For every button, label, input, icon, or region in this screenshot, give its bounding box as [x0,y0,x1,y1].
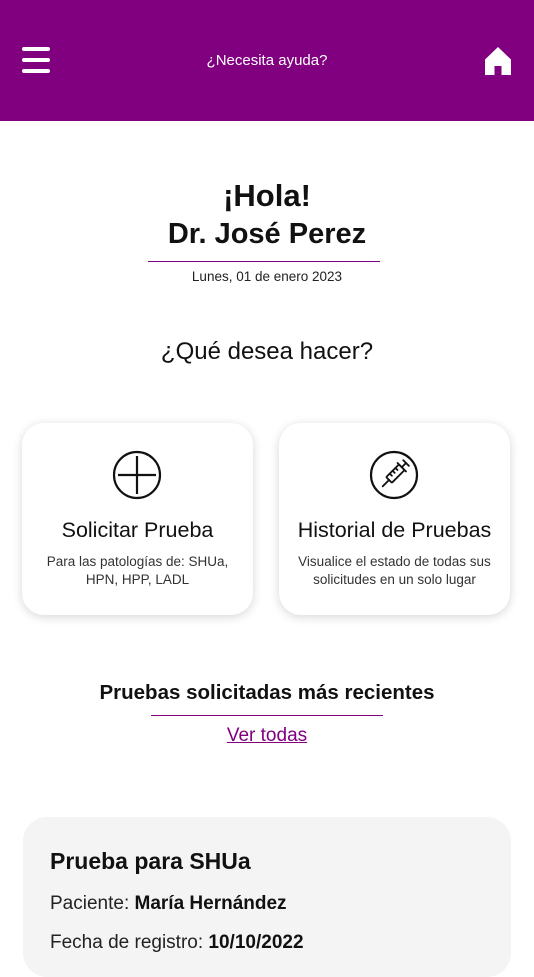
recent-test-card[interactable]: Prueba para SHUa Paciente: María Hernánd… [23,817,511,977]
name-divider [148,261,380,262]
current-date: Lunes, 01 de enero 2023 [191,269,343,284]
test-patient-row: Paciente: María Hernández [50,893,287,915]
patient-name: María Hernández [134,893,287,914]
test-history-title: Historial de Pruebas [297,518,492,542]
recent-tests-divider [151,715,383,716]
doctor-name: Dr. José Perez [167,218,367,250]
help-link[interactable]: ¿Necesita ayuda? [0,52,534,69]
plus-circle-icon [112,450,162,500]
app-header: ¿Necesita ayuda? [0,0,534,121]
action-question: ¿Qué desea hacer? [160,338,374,365]
test-date-row: Fecha de registro: 10/10/2022 [50,932,304,954]
recent-tests-heading: Pruebas solicitadas más recientes [99,681,435,704]
patient-label: Paciente: [50,893,130,914]
test-card-title: Prueba para SHUa [50,848,251,874]
greeting-heading: ¡Hola! [223,178,311,213]
test-history-card[interactable]: Historial de Pruebas Visualice el estado… [279,423,510,615]
request-test-title: Solicitar Prueba [61,518,214,542]
see-all-link[interactable]: Ver todas [0,725,534,747]
request-test-description: Para las patologías de: SHUa, HPN, HPP, … [46,554,229,587]
home-icon[interactable] [484,46,512,76]
request-test-card[interactable]: Solicitar Prueba Para las patologías de:… [22,423,253,615]
syringe-icon [369,450,419,500]
test-history-description: Visualice el estado de todas sus solicit… [298,554,491,587]
